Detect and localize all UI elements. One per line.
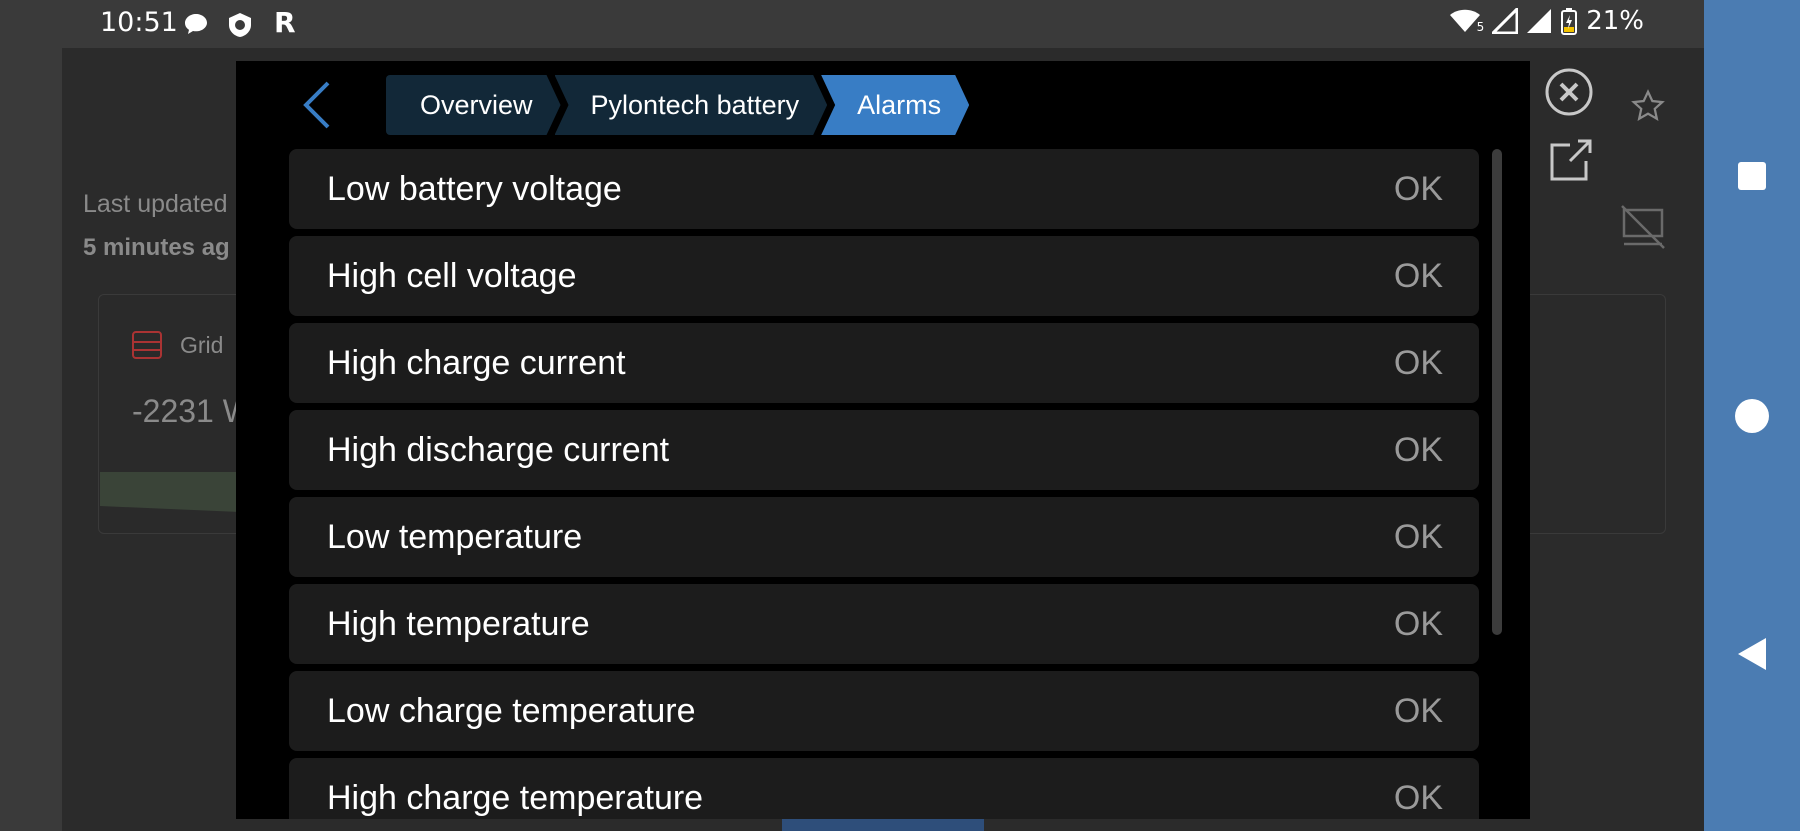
back-chevron-icon[interactable] — [296, 77, 346, 133]
list-item: Low temperature OK — [289, 497, 1479, 577]
breadcrumb-overview[interactable]: Overview — [386, 75, 561, 135]
popout-icon[interactable] — [1548, 137, 1594, 183]
square-icon — [1738, 162, 1766, 190]
alarm-status: OK — [1393, 343, 1443, 382]
alarm-status: OK — [1393, 169, 1443, 208]
alarm-label: High charge current — [327, 343, 626, 382]
alarm-label: High cell voltage — [327, 256, 577, 295]
alarm-label: High discharge current — [327, 430, 670, 469]
alarm-status: OK — [1393, 430, 1443, 469]
home-button[interactable] — [1704, 398, 1800, 434]
alarm-label: High temperature — [327, 604, 590, 643]
alarm-label: Low charge temperature — [327, 691, 696, 730]
alarm-status: OK — [1393, 256, 1443, 295]
list-item: High cell voltage OK — [289, 236, 1479, 316]
android-nav-bar — [1704, 0, 1800, 831]
alarm-label: Low battery voltage — [327, 169, 622, 208]
grid-value: -2231 W — [132, 393, 253, 429]
alarm-label: High charge temperature — [327, 778, 704, 817]
recents-button[interactable] — [1704, 160, 1800, 192]
r-app-icon: R — [274, 6, 296, 39]
list-item: Low battery voltage OK — [289, 149, 1479, 229]
signal-icon — [1492, 8, 1519, 34]
scrollbar[interactable] — [1492, 149, 1502, 635]
signal-icon — [1527, 9, 1552, 33]
star-icon[interactable] — [1630, 88, 1666, 124]
breadcrumb-pylontech-battery[interactable]: Pylontech battery — [555, 75, 828, 135]
breadcrumb-alarms[interactable]: Alarms — [821, 75, 969, 135]
close-icon[interactable] — [1543, 66, 1595, 118]
list-item: Low charge temperature OK — [289, 671, 1479, 751]
battery-percent: 21% — [1586, 6, 1644, 36]
alarms-dialog: Overview Pylontech battery Alarms Low ba… — [236, 61, 1530, 819]
alarm-status: OK — [1393, 517, 1443, 556]
grid-icon — [132, 331, 162, 359]
battery-charging-icon — [1561, 8, 1578, 35]
back-button[interactable] — [1704, 636, 1800, 672]
list-item: High charge current OK — [289, 323, 1479, 403]
circle-icon — [1735, 399, 1769, 433]
list-item: High charge temperature OK — [289, 758, 1479, 819]
breadcrumb: Overview Pylontech battery Alarms — [386, 75, 963, 135]
list-item: High temperature OK — [289, 584, 1479, 664]
last-updated-label: Last updated — [83, 190, 228, 218]
wifi-badge: 5 — [1476, 20, 1485, 34]
status-time: 10:51 — [100, 7, 178, 38]
shield-app-icon — [229, 13, 251, 37]
screen-off-icon[interactable] — [1618, 202, 1668, 252]
grid-chart — [100, 472, 240, 512]
alarm-status: OK — [1393, 604, 1443, 643]
list-item: High discharge current OK — [289, 410, 1479, 490]
grid-label: Grid — [180, 332, 224, 358]
alarm-status: OK — [1393, 778, 1443, 817]
alarm-label: Low temperature — [327, 517, 583, 556]
last-updated-value: 5 minutes ag — [83, 234, 230, 261]
bottom-logo-area — [782, 818, 984, 831]
alarm-status: OK — [1393, 691, 1443, 730]
status-bar: 10:51 R 5 21% — [0, 0, 1704, 48]
chat-bubble-icon — [185, 14, 207, 34]
triangle-back-icon — [1738, 638, 1766, 670]
alarms-list[interactable]: Low battery voltage OK High cell voltage… — [289, 149, 1479, 819]
status-right-group: 5 21% — [1449, 6, 1644, 36]
